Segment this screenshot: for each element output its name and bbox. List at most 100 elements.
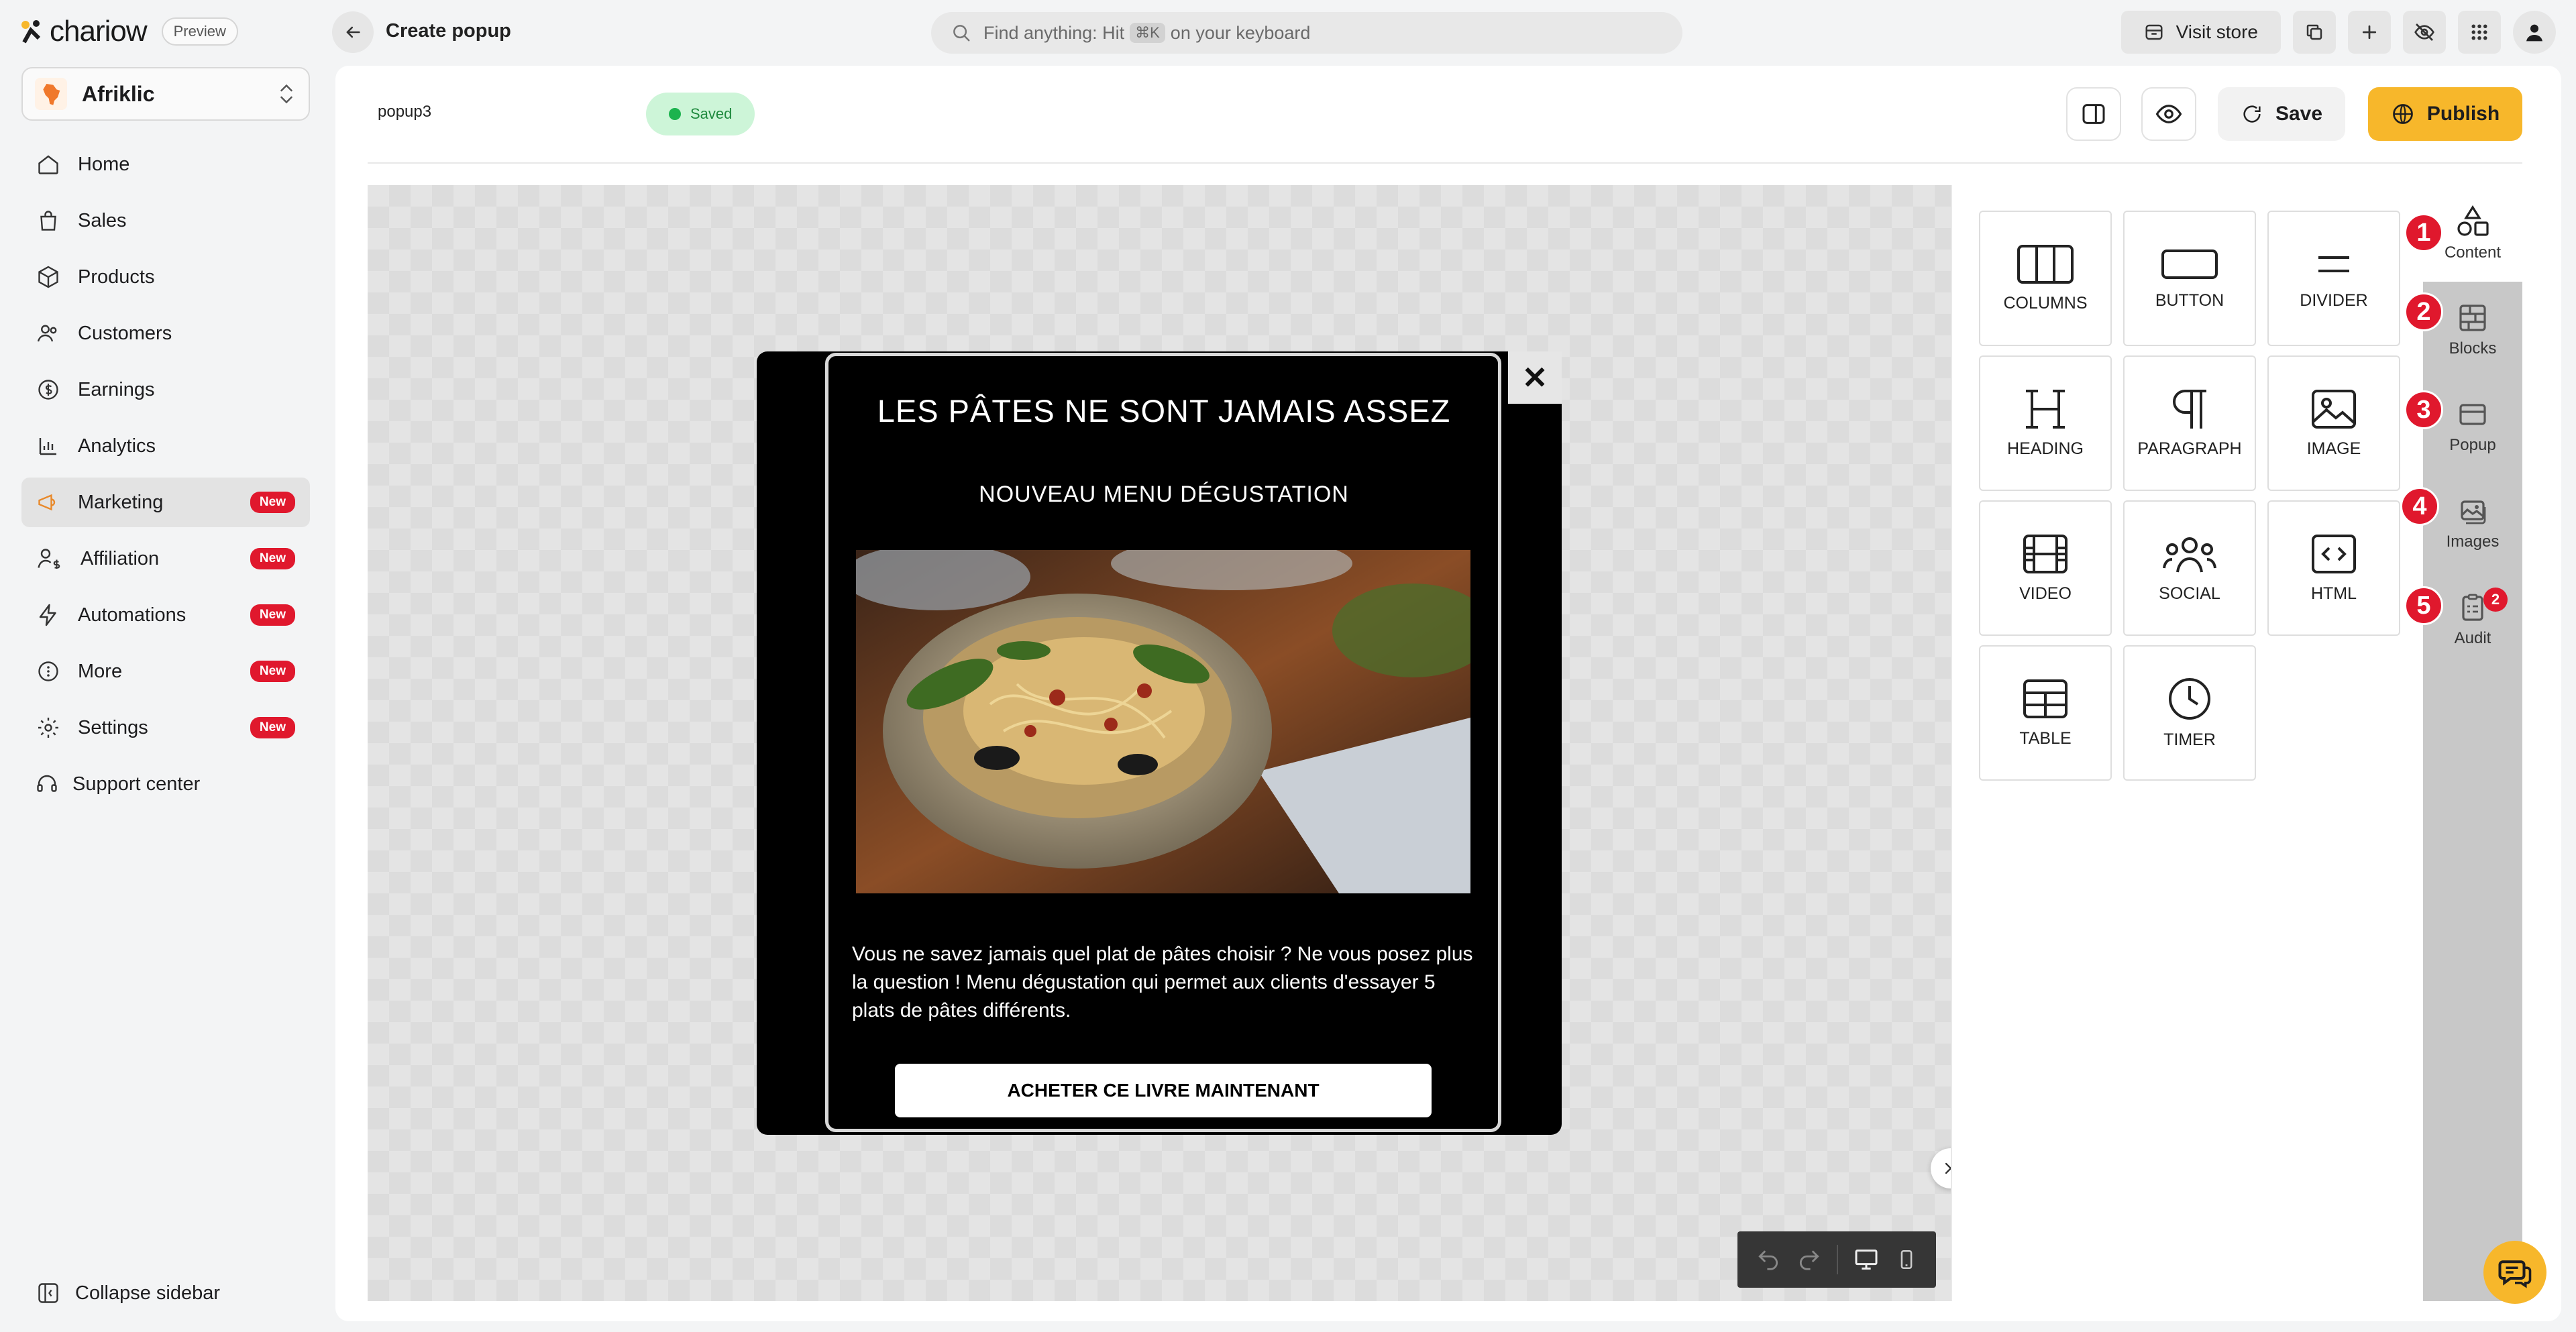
eye-icon <box>2155 105 2182 123</box>
toolbar-separator <box>1836 1245 1838 1274</box>
save-button[interactable]: Save <box>2218 87 2345 141</box>
sidebar-item-affiliation[interactable]: Affiliation New <box>21 534 310 584</box>
popup-cta-button[interactable]: ACHETER CE LIVRE MAINTENANT <box>895 1064 1432 1117</box>
publish-label: Publish <box>2426 103 2500 125</box>
sidebar-item-settings[interactable]: Settings New <box>21 703 310 753</box>
tab-blocks[interactable]: Blocks <box>2423 282 2522 378</box>
mobile-icon[interactable] <box>1895 1247 1918 1272</box>
desktop-icon[interactable] <box>1853 1246 1880 1273</box>
visit-store-label: Visit store <box>2176 21 2258 42</box>
tile-label: PARAGRAPH <box>2137 439 2242 458</box>
collapse-sidebar-button[interactable]: Collapse sidebar <box>36 1281 220 1305</box>
new-badge: New <box>250 604 295 626</box>
sidebar-item-label: Support center <box>72 773 201 795</box>
shapes-icon <box>2457 205 2489 236</box>
tile-table[interactable]: TABLE <box>1979 645 2112 781</box>
tile-columns[interactable]: COLUMNS <box>1979 211 2112 346</box>
tile-button[interactable]: BUTTON <box>2123 211 2256 346</box>
arrow-left-icon <box>346 26 360 38</box>
search-input[interactable]: Find anything: Hit ⌘K on your keyboard <box>931 12 1682 54</box>
dollar-icon <box>38 380 58 400</box>
hide-values-button[interactable] <box>2403 11 2446 54</box>
tile-label: TIMER <box>2163 730 2216 749</box>
status-dot <box>669 108 681 120</box>
tile-label: SOCIAL <box>2159 584 2220 603</box>
tile-video[interactable]: VIDEO <box>1979 500 2112 636</box>
apps-button[interactable] <box>2458 11 2501 54</box>
tab-label: Audit <box>2454 629 2491 647</box>
sidebar-item-label: Home <box>78 153 130 175</box>
bolt-icon <box>39 604 56 626</box>
publish-button[interactable]: Publish <box>2368 87 2522 141</box>
sidebar-item-customers[interactable]: Customers <box>21 309 310 358</box>
step-marker-3: 3 <box>2404 390 2443 429</box>
tile-divider[interactable]: DIVIDER <box>2267 211 2400 346</box>
sidebar-item-support[interactable]: Support center <box>21 759 310 809</box>
popup-name[interactable]: popup3 <box>378 103 431 121</box>
step-marker-1: 1 <box>2404 213 2443 252</box>
affiliate-icon <box>38 549 60 569</box>
tile-label: HTML <box>2310 584 2357 603</box>
tile-html[interactable]: HTML <box>2267 500 2400 636</box>
canvas-toolbar <box>1737 1231 1936 1288</box>
preview-button[interactable] <box>2141 87 2196 141</box>
box-icon <box>38 266 58 288</box>
tab-label: Content <box>2444 243 2502 262</box>
globe-icon <box>2392 104 2413 124</box>
tile-label: VIDEO <box>2019 584 2072 603</box>
tile-social[interactable]: SOCIAL <box>2123 500 2256 636</box>
content-panel: COLUMNS BUTTON DIVIDER HEADING PARAGRAPH… <box>1951 185 2423 1301</box>
tile-label: TABLE <box>2019 728 2072 748</box>
tab-popup[interactable]: Popup <box>2423 378 2522 475</box>
users-icon <box>37 325 57 342</box>
video-icon <box>2023 534 2068 573</box>
step-marker-5: 5 <box>2404 586 2443 625</box>
grid-icon <box>2471 24 2487 40</box>
store-selector[interactable]: Afriklic <box>21 67 310 121</box>
popup-image[interactable] <box>856 550 1470 893</box>
save-cloud-icon <box>2243 105 2261 123</box>
tile-heading[interactable]: HEADING <box>1979 355 2112 491</box>
sidebar-item-sales[interactable]: Sales <box>21 196 310 245</box>
tile-image[interactable]: IMAGE <box>2267 355 2400 491</box>
toggle-panel-button[interactable] <box>2066 87 2121 141</box>
tab-audit[interactable]: Audit <box>2423 571 2522 668</box>
popup-heading[interactable]: LES PÂTES NE SONT JAMAIS ASSEZ <box>832 392 1496 429</box>
popup-close-button[interactable]: ✕ <box>1508 351 1562 404</box>
tile-paragraph[interactable]: PARAGRAPH <box>2123 355 2256 491</box>
sidebar-item-label: Earnings <box>78 378 155 400</box>
tab-images[interactable]: Images <box>2423 475 2522 571</box>
add-button[interactable] <box>2348 11 2391 54</box>
timer-icon <box>2169 677 2210 720</box>
back-button[interactable] <box>332 11 374 53</box>
sidebar-item-automations[interactable]: Automations New <box>21 590 310 640</box>
gear-icon <box>38 718 58 738</box>
save-label: Save <box>2275 103 2323 125</box>
undo-icon[interactable] <box>1756 1247 1781 1272</box>
header-divider <box>368 162 2522 164</box>
sidebar-item-marketing[interactable]: Marketing New <box>21 478 310 527</box>
sidebar-item-label: Affiliation <box>80 547 160 569</box>
sidebar-item-analytics[interactable]: Analytics <box>21 421 310 471</box>
sidebar-item-earnings[interactable]: Earnings <box>21 365 310 414</box>
tile-timer[interactable]: TIMER <box>2123 645 2256 781</box>
chariow-logo[interactable]: chariow Preview <box>20 15 238 48</box>
copy-button[interactable] <box>2293 11 2336 54</box>
paragraph-icon <box>2173 389 2206 429</box>
popup-body-text[interactable]: Vous ne savez jamais quel plat de pâtes … <box>852 940 1483 1025</box>
sidebar-item-more[interactable]: More New <box>21 647 310 696</box>
top-actions: Visit store <box>2121 11 2556 54</box>
visit-store-button[interactable]: Visit store <box>2121 11 2281 54</box>
divider-icon <box>2318 256 2349 272</box>
popup-subheading[interactable]: NOUVEAU MENU DÉGUSTATION <box>832 482 1496 508</box>
bag-icon <box>40 211 56 231</box>
sidebar-item-home[interactable]: Home <box>21 140 310 189</box>
new-badge: New <box>250 661 295 682</box>
sidebar-item-products[interactable]: Products <box>21 252 310 302</box>
user-avatar[interactable] <box>2513 11 2556 54</box>
close-icon: ✕ <box>1521 360 1548 395</box>
image-icon <box>2312 389 2356 429</box>
chat-support-button[interactable] <box>2483 1241 2546 1304</box>
redo-icon[interactable] <box>1796 1247 1822 1272</box>
sidebar-item-label: Products <box>78 266 155 288</box>
